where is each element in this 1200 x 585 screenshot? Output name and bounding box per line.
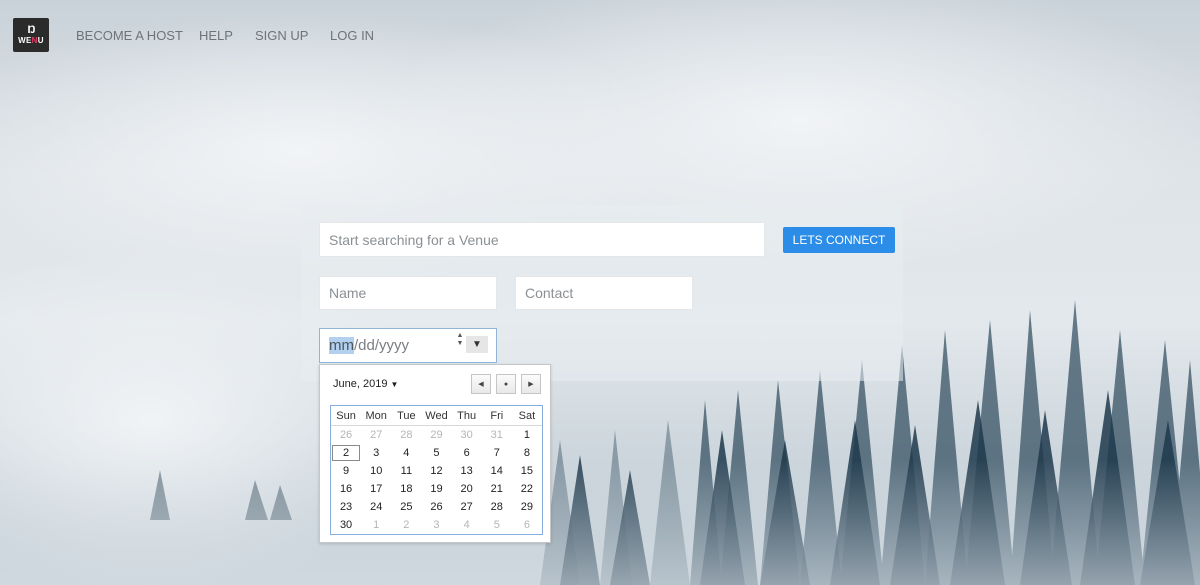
calendar-week: 16 17 18 19 20 21 22 [331,480,542,498]
calendar-day[interactable]: 3 [361,444,391,462]
name-field[interactable]: Name [319,276,497,310]
calendar-week: 9 10 11 12 13 14 15 [331,462,542,480]
calendar-day[interactable]: 5 [421,444,451,462]
calendar-day[interactable]: 14 [482,462,512,480]
calendar-day[interactable]: 15 [512,462,542,480]
calendar-day[interactable]: 18 [391,480,421,498]
calendar-week: 2 3 4 5 6 7 8 [331,444,542,462]
calendar-day[interactable]: 1 [512,426,542,444]
weekday-label: Sat [518,409,536,422]
nav-sign-up[interactable]: SIGN UP [255,28,308,43]
calendar-day[interactable]: 16 [331,480,361,498]
calendar-day[interactable]: 31 [482,426,512,444]
date-dropdown-icon[interactable]: ▼ [466,336,488,353]
weekday-label: Wed [425,409,448,422]
calendar-day[interactable]: 12 [421,462,451,480]
venue-search-input[interactable]: Start searching for a Venue [319,222,765,257]
date-rest-segment: /dd/yyyy [354,337,410,354]
calendar-day[interactable]: 28 [482,498,512,516]
calendar-day[interactable]: 29 [421,426,451,444]
logo-text: WENU [18,36,44,45]
calendar-day[interactable]: 9 [331,462,361,480]
calendar-day-today[interactable]: 2 [331,444,361,462]
date-picker-calendar: June, 2019 ▼ ◀ ● ▶ Sun Mon Tue Wed Thu Fr… [319,364,551,543]
calendar-day[interactable]: 25 [391,498,421,516]
chevron-down-icon: ▼ [390,380,399,389]
nav-help[interactable]: HELP [199,28,233,43]
weekday-label: Thu [457,409,477,422]
contact-field[interactable]: Contact [515,276,693,310]
weekday-label: Mon [365,409,387,422]
calendar-day[interactable]: 17 [361,480,391,498]
date-month-segment[interactable]: mm [329,337,354,354]
calendar-day[interactable]: 11 [391,462,421,480]
nav-log-in[interactable]: LOG IN [330,28,374,43]
calendar-day[interactable]: 23 [331,498,361,516]
calendar-day[interactable]: 6 [512,516,542,534]
calendar-week: 26 27 28 29 30 31 1 [331,426,542,444]
nav-become-a-host[interactable]: BECOME A HOST [76,28,183,43]
calendar-next-icon[interactable]: ▶ [521,374,541,394]
calendar-grid: Sun Mon Tue Wed Thu Fri Sat 26 27 28 29 … [330,405,543,535]
calendar-week: 30 1 2 3 4 5 6 [331,516,542,534]
calendar-day[interactable]: 7 [482,444,512,462]
calendar-day[interactable]: 27 [361,426,391,444]
calendar-day[interactable]: 13 [452,462,482,480]
calendar-day[interactable]: 30 [331,516,361,534]
calendar-day[interactable]: 19 [421,480,451,498]
calendar-day[interactable]: 22 [512,480,542,498]
calendar-prev-icon[interactable]: ◀ [471,374,491,394]
calendar-day[interactable]: 30 [452,426,482,444]
weekday-label: Fri [490,409,504,422]
calendar-day[interactable]: 21 [482,480,512,498]
date-spinner-icon[interactable]: ▲ ▼ [455,332,465,348]
wenu-logo[interactable]: Ŋ WENU [13,18,49,52]
calendar-today-icon[interactable]: ● [496,374,516,394]
calendar-day[interactable]: 5 [482,516,512,534]
logo-glyph: Ŋ [27,24,36,36]
calendar-day[interactable]: 26 [331,426,361,444]
weekday-label: Sun [336,409,356,422]
lets-connect-button[interactable]: LETS CONNECT [783,227,895,253]
calendar-day[interactable]: 26 [421,498,451,516]
calendar-day[interactable]: 2 [391,516,421,534]
calendar-day[interactable]: 4 [391,444,421,462]
calendar-day[interactable]: 20 [452,480,482,498]
calendar-day[interactable]: 28 [391,426,421,444]
top-nav: Ŋ WENU BECOME A HOST HELP SIGN UP LOG IN [0,0,1200,70]
calendar-weekday-header: Sun Mon Tue Wed Thu Fri Sat [331,406,542,426]
calendar-day[interactable]: 1 [361,516,391,534]
calendar-day[interactable]: 10 [361,462,391,480]
calendar-month-select[interactable]: June, 2019 ▼ [333,378,398,390]
calendar-day[interactable]: 8 [512,444,542,462]
calendar-week: 23 24 25 26 27 28 29 [331,498,542,516]
calendar-day[interactable]: 3 [421,516,451,534]
weekday-label: Tue [397,409,416,422]
calendar-day[interactable]: 27 [452,498,482,516]
calendar-day[interactable]: 4 [452,516,482,534]
calendar-day[interactable]: 24 [361,498,391,516]
calendar-day[interactable]: 29 [512,498,542,516]
calendar-day[interactable]: 6 [452,444,482,462]
